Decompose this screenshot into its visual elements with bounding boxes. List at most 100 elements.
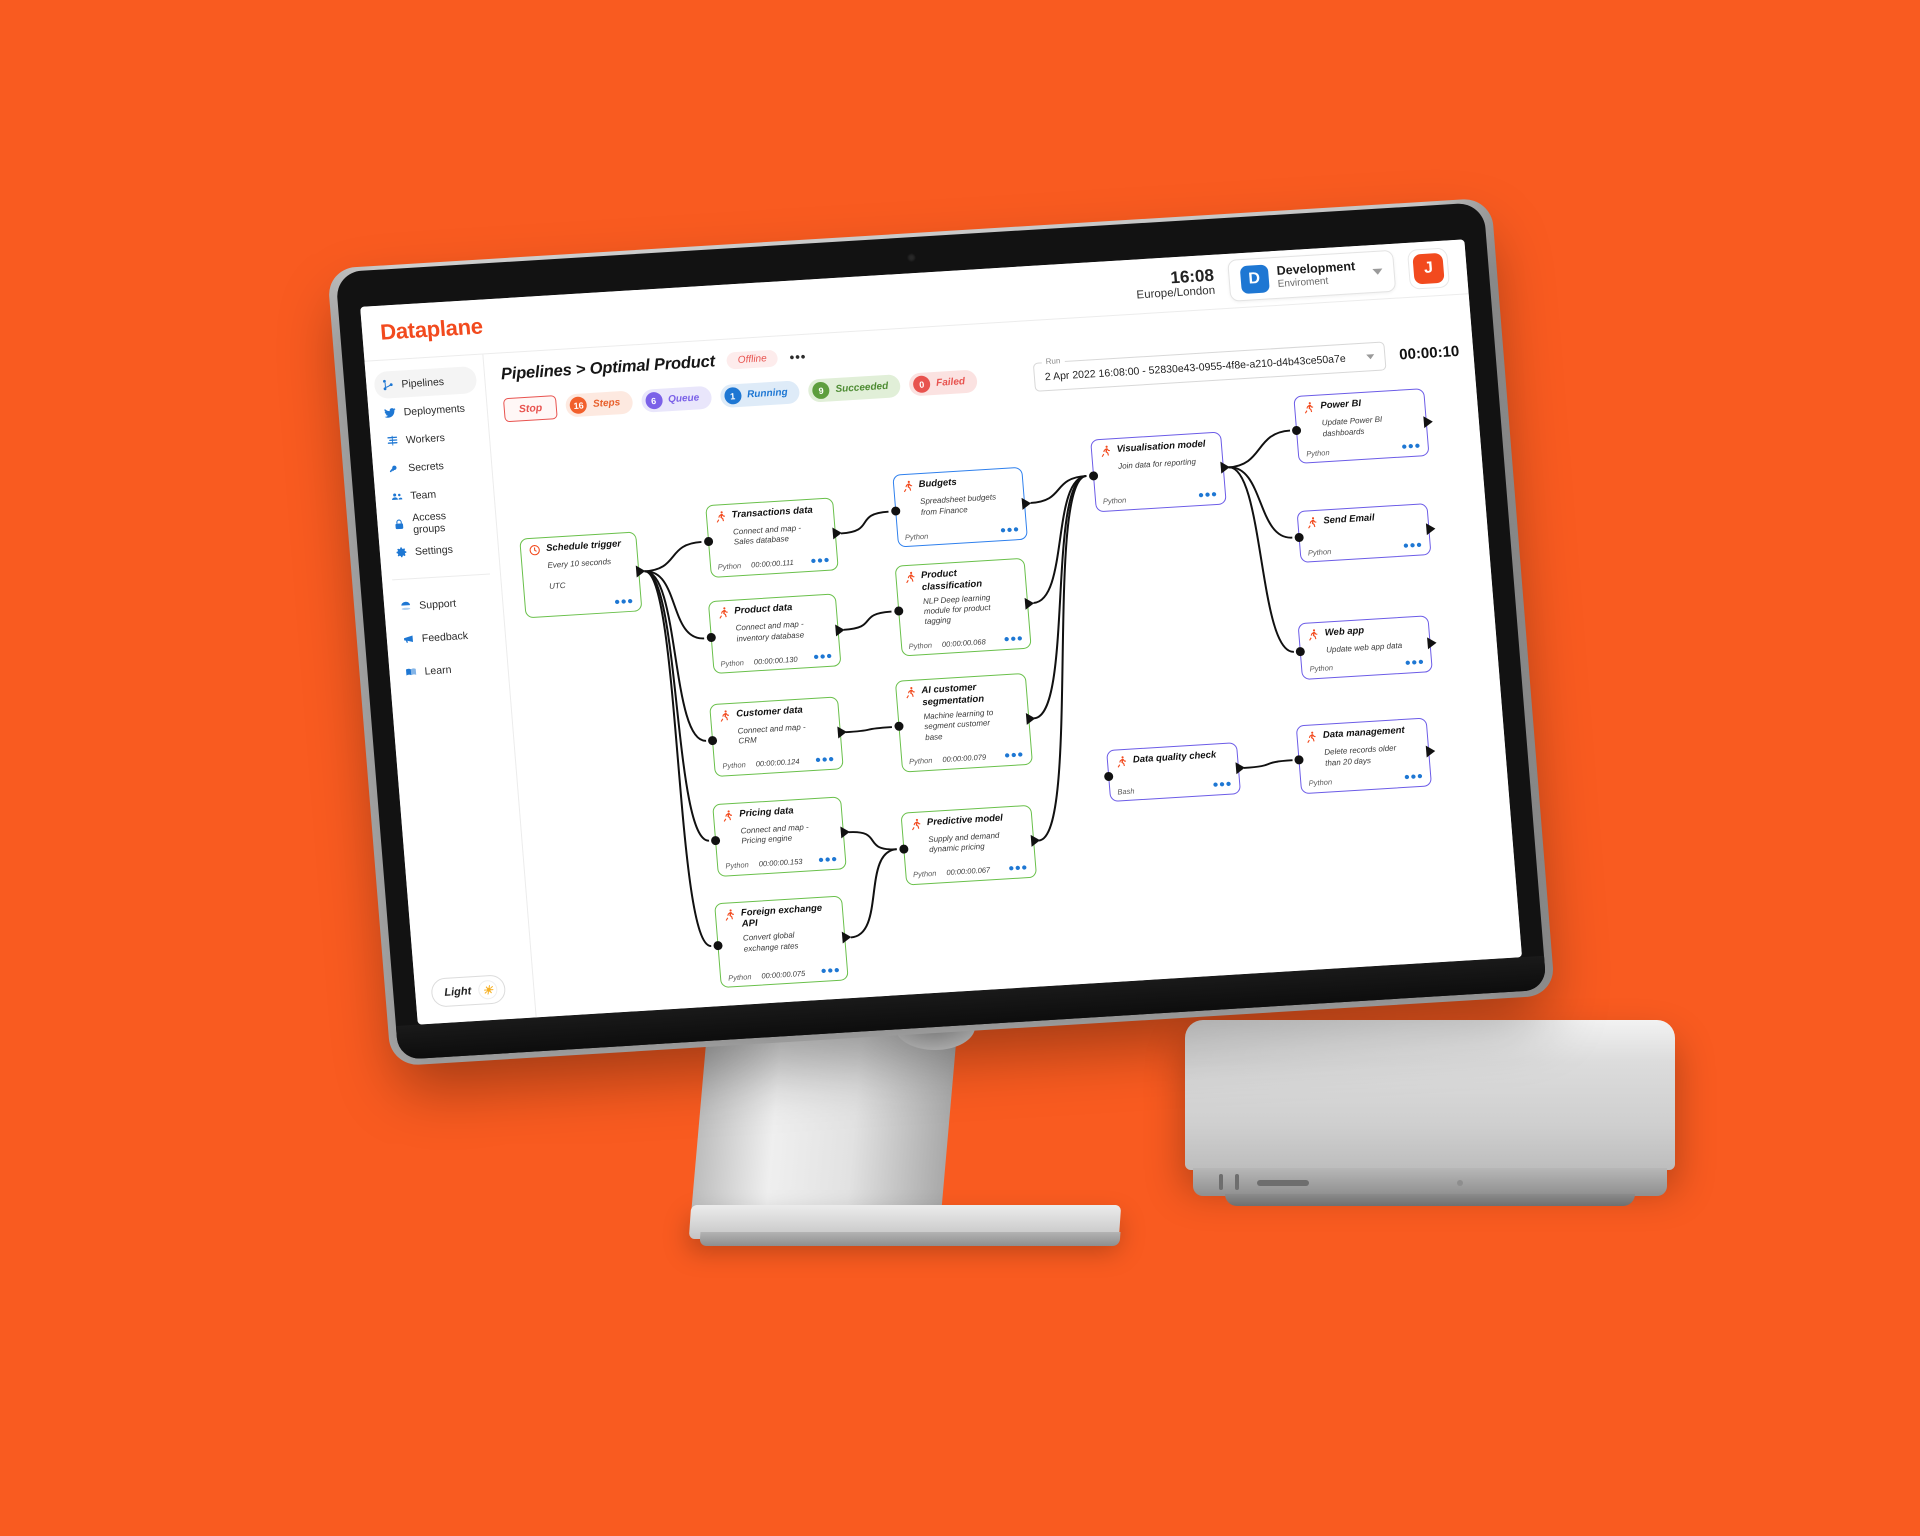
node-output-port[interactable] xyxy=(1425,522,1436,536)
node-title: Product classification xyxy=(920,567,983,593)
node-footer: Python 00:00:00.153 ●●● xyxy=(725,850,838,871)
node-more-icon[interactable]: ●●● xyxy=(813,651,833,663)
node-more-icon[interactable]: ●●● xyxy=(1212,779,1232,791)
node-input-port[interactable] xyxy=(1294,755,1305,765)
runner-icon xyxy=(718,709,732,725)
pipeline-node-sendemail[interactable]: Send Email Python ●●● xyxy=(1294,503,1436,564)
node-more-icon[interactable]: ●●● xyxy=(1404,656,1424,668)
node-output-port[interactable] xyxy=(1022,496,1032,510)
pipeline-node-webapp[interactable]: Web app Update web app data Python ●●● xyxy=(1295,615,1438,680)
runner-icon xyxy=(1305,731,1319,747)
user-menu[interactable]: J xyxy=(1406,247,1451,290)
node-footer: Python ●●● xyxy=(1102,486,1219,507)
page-more-icon[interactable]: ••• xyxy=(789,349,807,365)
node-duration: 00:00:00.079 xyxy=(942,752,987,765)
studio-port-usb-1 xyxy=(1219,1174,1223,1190)
node-more-icon[interactable]: ●●● xyxy=(1003,633,1023,645)
status-chip-running[interactable]: 1 Running xyxy=(719,380,801,409)
node-more-icon[interactable]: ●●● xyxy=(820,965,840,977)
node-title: Product data xyxy=(733,602,793,618)
node-description: NLP Deep learning module for product tag… xyxy=(922,592,991,627)
node-input-port[interactable] xyxy=(1103,771,1114,781)
node-output-port[interactable] xyxy=(835,623,846,637)
app-logo[interactable]: Dataplane xyxy=(379,314,483,346)
status-chip-label: Succeeded xyxy=(835,380,889,396)
sidebar-item-learn[interactable]: Learn xyxy=(397,653,501,686)
node-footer: ●●● xyxy=(532,593,634,613)
run-field-label: Run xyxy=(1041,356,1065,367)
node-output-port[interactable] xyxy=(832,527,843,540)
pipeline-node-classification[interactable]: Product classification NLP Deep learning … xyxy=(893,557,1035,657)
environment-badge: D xyxy=(1239,264,1270,295)
node-more-icon[interactable]: ●●● xyxy=(810,555,830,567)
pipeline-canvas[interactable]: Schedule trigger Every 10 seconds UTC ●●● T… xyxy=(505,372,1508,1017)
pipeline-node-customer[interactable]: Customer data Connect and map - CRM Python… xyxy=(707,696,848,777)
node-language: Python xyxy=(912,868,937,880)
node-output-port[interactable] xyxy=(842,931,853,944)
node-output-port[interactable] xyxy=(840,826,851,839)
node-input-port[interactable] xyxy=(1291,425,1302,435)
node-more-icon[interactable]: ●●● xyxy=(818,853,838,865)
status-chip-queue[interactable]: 6 Queue xyxy=(640,385,713,413)
status-chip-succeeded[interactable]: 9 Succeeded xyxy=(807,374,902,403)
node-output-port[interactable] xyxy=(1423,415,1434,429)
node-more-icon[interactable]: ●●● xyxy=(1403,770,1423,782)
pipeline-node-schedule[interactable]: Schedule trigger Every 10 seconds UTC ●●● xyxy=(519,531,646,619)
node-footer: Python ●●● xyxy=(1306,438,1422,459)
node-more-icon[interactable]: ●●● xyxy=(1004,749,1024,761)
pipeline-node-transactions[interactable]: Transactions data Connect and map - Sales… xyxy=(703,497,843,578)
node-input-port[interactable] xyxy=(710,835,721,846)
sidebar-item-settings[interactable]: Settings xyxy=(387,533,491,566)
status-chip-failed[interactable]: 0 Failed xyxy=(908,369,978,397)
pipeline-node-product[interactable]: Product data Connect and map - inventory … xyxy=(706,593,846,675)
theme-toggle[interactable]: Light ☀ xyxy=(430,974,507,1008)
node-duration: 00:00:00.111 xyxy=(750,558,795,570)
node-more-icon[interactable]: ●●● xyxy=(1008,862,1028,874)
node-more-icon[interactable]: ●●● xyxy=(1198,488,1218,500)
node-title: Power BI xyxy=(1320,398,1362,412)
pipeline-node-datamgmt[interactable]: Data management Delete records older than… xyxy=(1294,717,1437,794)
node-output-port[interactable] xyxy=(1426,745,1437,759)
pipeline-node-dataquality[interactable]: Data quality check Bash ●●● xyxy=(1103,742,1246,803)
node-output-port[interactable] xyxy=(1235,761,1246,775)
sidebar-item-support[interactable]: Support xyxy=(391,587,495,620)
pipeline-node-budgets[interactable]: Budgets Spreadsheet budgets from Finance P… xyxy=(890,466,1032,548)
node-output-port[interactable] xyxy=(1025,712,1036,725)
node-more-icon[interactable]: ●●● xyxy=(1403,540,1423,552)
node-output-port[interactable] xyxy=(1220,461,1230,474)
environment-selector[interactable]: D Development Enviroment xyxy=(1226,249,1397,302)
node-output-port[interactable] xyxy=(837,726,848,739)
status-chip-steps[interactable]: 16 Steps xyxy=(565,390,634,418)
node-output-port[interactable] xyxy=(1030,834,1041,848)
pipeline-node-powerbi[interactable]: Power BI Update Power BI dashboards Python… xyxy=(1291,388,1434,465)
pipeline-node-fx[interactable]: Foreign exchange API Convert global excha… xyxy=(713,894,853,989)
node-title: Pricing data xyxy=(738,805,795,820)
sidebar-primary-nav: Pipelines Deployments Workers Secrets Team Ac… xyxy=(365,365,499,569)
node-output-port[interactable] xyxy=(1025,596,1035,610)
node-footer: Python 00:00:00.130 ●●● xyxy=(720,648,833,669)
node-more-icon[interactable]: ●●● xyxy=(614,596,634,608)
runner-icon xyxy=(1302,401,1316,417)
pipeline-node-pricing[interactable]: Pricing data Connect and map - Pricing en… xyxy=(710,796,851,877)
node-more-icon[interactable]: ●●● xyxy=(815,753,835,765)
node-more-icon[interactable]: ●●● xyxy=(1401,441,1421,453)
node-input-port[interactable] xyxy=(1295,646,1306,657)
node-input-port[interactable] xyxy=(1088,470,1099,481)
node-input-port[interactable] xyxy=(713,940,723,951)
node-output-port[interactable] xyxy=(1427,637,1438,650)
node-input-port[interactable] xyxy=(1294,532,1304,542)
pipeline-node-segmentation[interactable]: AI customer segmentation Machine learning… xyxy=(893,672,1036,773)
node-description: Connect and map - inventory database xyxy=(735,619,805,644)
node-title: AI customer segmentation xyxy=(920,681,985,709)
node-input-port[interactable] xyxy=(707,735,718,746)
pipeline-node-visualisation[interactable]: Visualisation model Join data for reporti… xyxy=(1088,431,1230,512)
stop-button[interactable]: Stop xyxy=(502,394,559,422)
node-output-port[interactable] xyxy=(635,565,646,578)
breadcrumb[interactable]: Pipelines > Optimal Product xyxy=(500,352,715,384)
node-input-port[interactable] xyxy=(703,536,714,547)
node-more-icon[interactable]: ●●● xyxy=(1000,524,1020,536)
sidebar-item-feedback[interactable]: Feedback xyxy=(394,620,498,653)
node-header: Foreign exchange API xyxy=(723,901,837,932)
node-input-port[interactable] xyxy=(898,844,909,854)
pipeline-node-predictive[interactable]: Predictive model Supply and demand dynami… xyxy=(898,804,1041,886)
